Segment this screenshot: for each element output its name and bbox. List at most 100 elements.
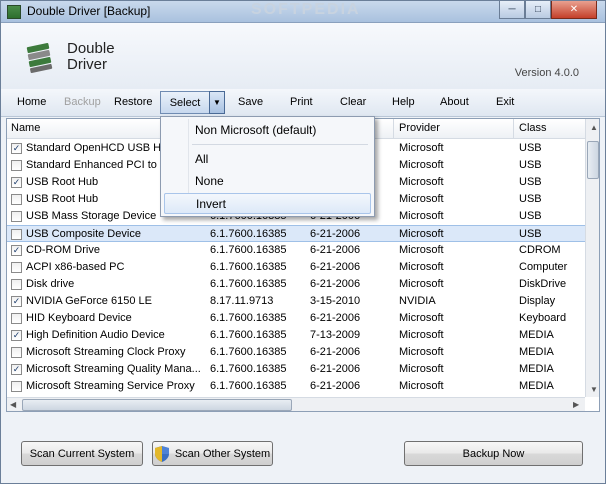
cell-date: 6-21-2006 [310,244,361,256]
cell-class: CDROM [519,244,561,256]
cell-name: High Definition Audio Device [26,329,165,341]
cell-class: USB [519,142,542,154]
app-header: Double Driver Version 4.0.0 [1,23,605,89]
column-provider[interactable]: Provider [399,122,440,134]
vertical-scrollbar[interactable]: ▲ ▼ [585,119,599,397]
row-checkbox[interactable]: ✓ [11,177,22,188]
table-row[interactable]: Microsoft Streaming Service Proxy 6.1.760… [7,378,585,395]
select-option-non-microsoft[interactable]: Non Microsoft (default) [164,120,371,141]
scan-other-system-label: Scan Other System [174,447,271,460]
horizontal-scrollbar[interactable]: ◀ ▶ [7,397,585,411]
menu-restore[interactable]: Restore [114,96,153,108]
select-option-none[interactable]: None [164,171,371,192]
cell-version: 6.1.7600.16385 [210,380,287,392]
cell-class: USB [519,210,542,222]
row-checkbox[interactable] [11,381,22,392]
table-row[interactable]: ✓ CD-ROM Drive 6.1.7600.16385 6-21-2006 Micr… [7,242,585,259]
table-row[interactable]: ✓ High Definition Audio Device 6.1.7600.16… [7,327,585,344]
column-class[interactable]: Class [519,122,547,134]
table-row[interactable]: ✓ Microsoft Streaming Quality Mana... 6.1.… [7,361,585,378]
cell-class: Display [519,295,556,307]
table-row[interactable]: USB Composite Device 6.1.7600.16385 6-21-2… [7,225,585,242]
cell-date: 6-21-2006 [310,278,361,290]
table-row[interactable]: Microsoft Streaming Clock Proxy 6.1.7600.… [7,344,585,361]
menu-print[interactable]: Print [290,96,313,108]
cell-class: DiskDrive [519,278,567,290]
row-checkbox[interactable] [11,313,22,324]
menu-home[interactable]: Home [17,96,46,108]
row-checkbox[interactable]: ✓ [11,330,22,341]
vertical-scroll-thumb[interactable] [587,141,599,179]
cell-name: Microsoft Streaming Service Proxy [26,380,195,392]
cell-class: MEDIA [519,363,554,375]
cell-class: USB [519,176,542,188]
cell-provider: Microsoft [399,228,444,240]
cell-version: 6.1.7600.16385 [210,312,287,324]
table-row[interactable]: Disk drive 6.1.7600.16385 6-21-2006 Microso… [7,276,585,293]
app-window: Double Driver [Backup] SOFTPEDIA ─ □ ✕ D… [0,0,606,484]
cell-date: 3-15-2010 [310,295,361,307]
row-checkbox[interactable] [11,211,22,222]
scan-current-system-button[interactable]: Scan Current System [21,441,143,466]
cell-date: 6-21-2006 [310,261,361,273]
cell-provider: Microsoft [399,329,444,341]
table-row[interactable]: ACPI x86-based PC 6.1.7600.16385 6-21-2006… [7,259,585,276]
scroll-right-icon[interactable]: ▶ [573,400,579,409]
minimize-icon[interactable]: ─ [499,1,525,19]
row-checkbox[interactable]: ✓ [11,296,22,307]
menu-clear[interactable]: Clear [340,96,366,108]
cell-version: 8.17.11.9713 [210,295,274,307]
select-option-all[interactable]: All [164,149,371,170]
app-icon [7,5,21,19]
cell-date: 7-13-2009 [310,329,361,341]
scroll-left-icon[interactable]: ◀ [10,400,16,409]
menu-select-label: Select [169,96,201,109]
select-dropdown-arrow[interactable]: ▼ [209,91,225,114]
cell-provider: Microsoft [399,363,444,375]
horizontal-scroll-thumb[interactable] [22,399,292,411]
row-checkbox[interactable]: ✓ [11,143,22,154]
select-dropdown-menu: Non Microsoft (default) All None Invert [160,116,375,217]
menu-exit[interactable]: Exit [496,96,514,108]
row-checkbox[interactable]: ✓ [11,245,22,256]
select-option-invert[interactable]: Invert [164,193,371,214]
backup-now-button[interactable]: Backup Now [404,441,583,466]
maximize-icon[interactable]: □ [525,1,551,19]
menu-backup[interactable]: Backup [64,96,101,108]
row-checkbox[interactable] [11,347,22,358]
cell-version: 6.1.7600.16385 [210,363,287,375]
cell-provider: Microsoft [399,278,444,290]
menu-select[interactable]: Select [160,91,209,114]
cell-class: Keyboard [519,312,567,324]
close-icon[interactable]: ✕ [551,1,597,19]
cell-version: 6.1.7600.16385 [210,228,287,240]
column-name[interactable]: Name [11,122,40,134]
row-checkbox[interactable]: ✓ [11,364,22,375]
cell-date: 6-21-2006 [310,228,361,240]
cell-date: 6-21-2006 [310,380,361,392]
cell-date: 6-21-2006 [310,346,361,358]
row-checkbox[interactable] [11,262,22,273]
scan-other-system-button[interactable]: Scan Other System [152,441,273,466]
scroll-down-icon[interactable]: ▼ [590,385,598,394]
row-checkbox[interactable] [11,160,22,171]
column-divider[interactable] [393,119,394,139]
scroll-up-icon[interactable]: ▲ [590,123,598,132]
row-checkbox[interactable] [11,194,22,205]
cell-class: Computer [519,261,568,273]
row-checkbox[interactable] [11,279,22,290]
table-row[interactable]: HID Keyboard Device 6.1.7600.16385 6-21-20… [7,310,585,327]
cell-version: 6.1.7600.16385 [210,278,287,290]
menu-save[interactable]: Save [238,96,263,108]
cell-date: 6-21-2006 [310,363,361,375]
cell-provider: Microsoft [399,176,444,188]
row-checkbox[interactable] [11,229,22,240]
table-row[interactable]: ✓ NVIDIA GeForce 6150 LE 8.17.11.9713 3-15-… [7,293,585,310]
column-divider[interactable] [513,119,514,139]
title-bar[interactable]: Double Driver [Backup] SOFTPEDIA ─ □ ✕ [1,1,605,23]
menu-about[interactable]: About [440,96,469,108]
app-name-line2: Driver [67,56,107,73]
cell-provider: Microsoft [399,312,444,324]
cell-version: 6.1.7600.16385 [210,329,287,341]
menu-help[interactable]: Help [392,96,415,108]
